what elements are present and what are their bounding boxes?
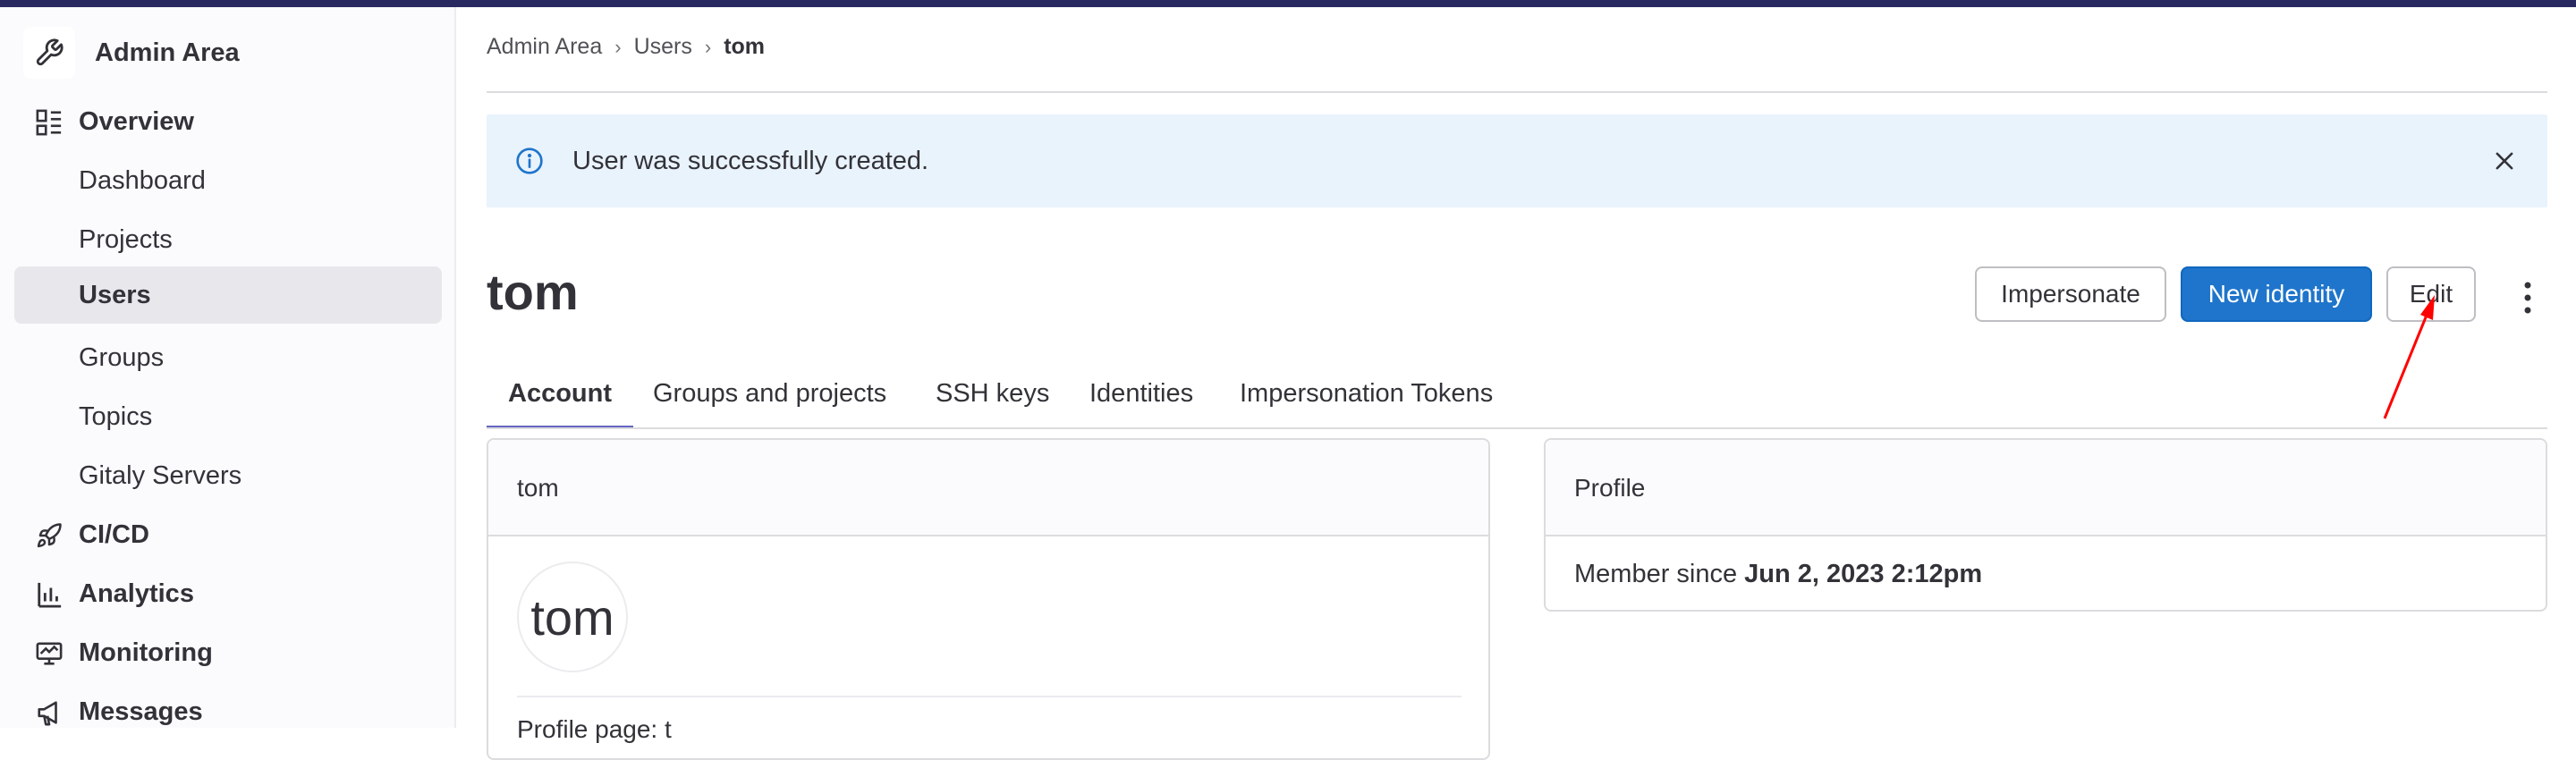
sidebar-item-label: Gitaly Servers [79,460,242,490]
profile-card-header: Profile [1546,440,2546,536]
tab-label: Identities [1089,378,1194,408]
member-since-label: Member since [1574,560,1745,588]
sidebar-item-messages[interactable]: Messages [14,683,442,740]
sidebar-item-label: Monitoring [79,638,213,667]
sidebar-item-label: CI/CD [79,519,149,549]
sidebar-item-label: Messages [79,697,203,726]
edit-button[interactable]: Edit [2386,266,2476,322]
tab-ssh-keys[interactable]: SSH keys [936,358,1049,429]
sidebar-item-label: Users [79,280,151,309]
card-divider [517,696,1462,697]
sidebar-item-label: Analytics [79,578,194,608]
rocket-icon [34,520,64,551]
sidebar-item-label: Groups [79,342,165,372]
tab-label: Groups and projects [653,378,887,408]
sidebar-header[interactable]: Admin Area [23,27,240,79]
sidebar-item-groups[interactable]: Groups [14,329,442,386]
user-tabs: Account Groups and projects SSH keys Ide… [487,358,2547,429]
top-bar [0,0,2576,7]
alert-message: User was successfully created. [572,147,929,175]
megaphone-icon [34,697,64,728]
new-identity-button[interactable]: New identity [2181,266,2372,322]
sidebar-item-topics[interactable]: Topics [14,388,442,445]
sidebar-item-dashboard[interactable]: Dashboard [14,152,442,209]
sidebar-item-label: Projects [79,224,173,254]
profile-page-text: Profile page: t [517,715,672,743]
sidebar-item-gitaly-servers[interactable]: Gitaly Servers [14,447,442,504]
breadcrumb-divider [487,91,2547,93]
sidebar-item-projects[interactable]: Projects [14,211,442,268]
account-card: tom tom Profile page: t [487,438,1490,760]
account-card-title: tom [517,474,559,502]
tab-account[interactable]: Account [487,358,633,429]
sidebar-title: Admin Area [95,38,240,67]
tab-label: Account [508,378,612,408]
chevron-right-icon: › [614,35,622,58]
sidebar-item-monitoring[interactable]: Monitoring [14,624,442,681]
success-alert: User was successfully created. [487,114,2547,207]
sidebar-item-label: Dashboard [79,165,206,195]
member-since-row: Member since Jun 2, 2023 2:12pm [1574,560,1982,589]
tab-impersonation-tokens[interactable]: Impersonation Tokens [1240,358,1493,429]
monitor-icon [34,638,64,669]
admin-logo [23,27,75,79]
tab-label: SSH keys [936,378,1050,408]
tab-groups-and-projects[interactable]: Groups and projects [653,358,886,429]
breadcrumb-admin-area[interactable]: Admin Area [487,34,602,60]
info-icon [515,147,544,180]
avatar: tom [517,562,628,672]
sidebar-item-label: Overview [79,106,194,136]
impersonate-button[interactable]: Impersonate [1975,266,2166,322]
chevron-right-icon: › [704,35,712,58]
profile-card: Profile Member since Jun 2, 2023 2:12pm [1544,438,2547,612]
sidebar-item-overview[interactable]: Overview [14,93,442,150]
profile-card-title: Profile [1574,474,1646,502]
breadcrumb-users[interactable]: Users [634,34,692,60]
sidebar: Admin Area Overview Dashboard Projects U… [0,7,456,728]
avatar-text: tom [530,588,614,646]
sidebar-item-users[interactable]: Users [14,266,442,324]
sidebar-item-label: Topics [79,401,153,431]
wrench-icon [36,38,64,66]
member-since-value: Jun 2, 2023 2:12pm [1744,560,1983,588]
analytics-icon [34,579,64,610]
account-card-header: tom [488,440,1488,536]
breadcrumb: Admin Area › Users › tom [487,34,765,60]
sidebar-item-analytics[interactable]: Analytics [14,565,442,622]
tab-label: Impersonation Tokens [1240,378,1494,408]
breadcrumb-current-user[interactable]: tom [724,34,765,60]
page-title: tom [487,264,579,320]
more-actions-icon[interactable] [2512,275,2544,320]
tab-identities[interactable]: Identities [1089,358,1193,429]
overview-icon [34,107,64,138]
tabs-divider [487,427,2547,429]
close-icon[interactable] [2487,143,2522,179]
sidebar-item-ci-cd[interactable]: CI/CD [14,506,442,563]
